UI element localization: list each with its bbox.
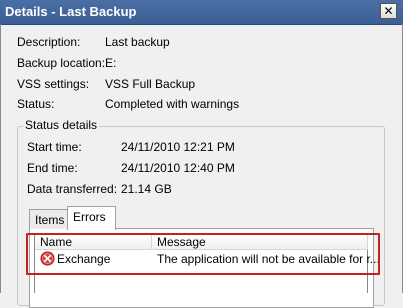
detail-label: VSS settings: <box>17 77 90 91</box>
detail-value: Last backup <box>105 35 170 49</box>
detail-label: Backup location: <box>17 56 106 70</box>
detail-value: E: <box>105 56 117 70</box>
status-value: 21.14 GB <box>121 182 172 196</box>
detail-value: Completed with warnings <box>105 97 240 111</box>
tab-errors[interactable]: Errors <box>67 206 116 230</box>
column-header-message[interactable]: Message <box>152 234 368 250</box>
column-header-name[interactable]: Name <box>35 234 152 250</box>
detail-label: Status: <box>17 97 55 111</box>
tab-items[interactable]: Items <box>29 209 68 229</box>
window-title: Details - Last Backup <box>5 4 137 19</box>
errors-list[interactable]: Name Message Exchange The application wi… <box>34 233 380 293</box>
detail-value: VSS Full Backup <box>105 77 196 91</box>
error-name: Exchange <box>57 252 111 266</box>
close-button[interactable]: ✕ <box>380 3 397 19</box>
detail-label: Description: <box>17 35 81 49</box>
list-item[interactable]: Exchange The application will not be ava… <box>35 250 380 268</box>
status-label: Start time: <box>27 140 82 154</box>
status-label: Data transferred: <box>27 182 118 196</box>
error-icon <box>40 251 55 266</box>
status-value: 24/11/2010 12:21 PM <box>121 140 235 154</box>
status-value: 24/11/2010 12:40 PM <box>121 161 235 175</box>
status-details-title: Status details <box>23 118 100 132</box>
error-message: The application will not be available fo… <box>157 252 380 266</box>
status-label: End time: <box>27 161 78 175</box>
title-bar: Details - Last Backup ✕ <box>0 0 403 25</box>
close-icon: ✕ <box>383 4 394 18</box>
